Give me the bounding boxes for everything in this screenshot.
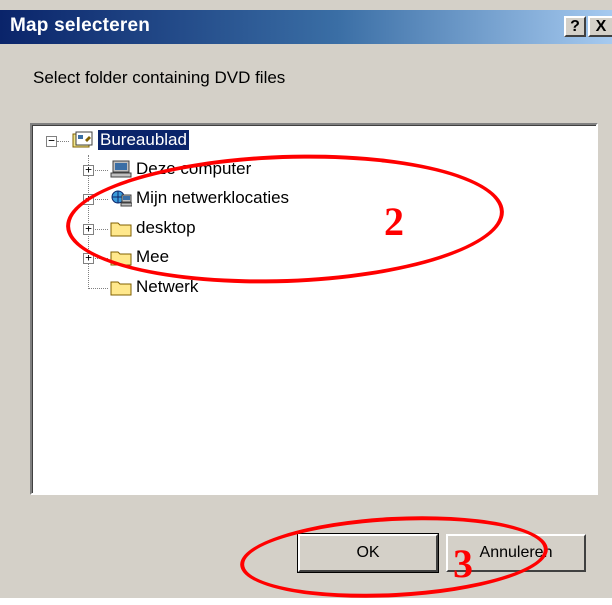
folder-tree[interactable]: − Bureaublad + Deze computer + Mijn netw… — [30, 123, 598, 495]
tree-connector — [57, 141, 69, 142]
tree-expander-desktop[interactable]: + — [83, 223, 94, 235]
folder-select-dialog: Map selecteren ? X Select folder contain… — [0, 0, 612, 605]
prompt-text: Select folder containing DVD files — [33, 68, 286, 87]
folder-icon — [110, 281, 132, 296]
network-places-icon — [111, 190, 132, 207]
close-button[interactable]: X — [588, 16, 612, 37]
help-button[interactable]: ? — [564, 16, 586, 37]
desktop-icon — [72, 131, 93, 148]
tree-expander-netwerklocaties[interactable]: + — [83, 193, 94, 205]
tree-item-mijn-netwerklocaties[interactable]: Mijn netwerklocaties — [136, 188, 289, 208]
tree-item-mee[interactable]: Mee — [136, 247, 169, 267]
tree-connector — [88, 288, 108, 289]
title-bar[interactable]: Map selecteren ? X — [0, 10, 612, 44]
tree-expander-root[interactable]: − — [46, 135, 57, 147]
tree-expander-deze-computer[interactable]: + — [83, 164, 94, 176]
tree-item-deze-computer[interactable]: Deze computer — [136, 159, 251, 179]
folder-icon — [110, 222, 132, 237]
computer-icon — [110, 160, 132, 178]
tree-item-desktop[interactable]: desktop — [136, 218, 196, 238]
folder-icon — [110, 251, 132, 266]
tree-item-bureaublad[interactable]: Bureaublad — [98, 130, 189, 150]
tree-item-netwerk[interactable]: Netwerk — [136, 277, 198, 297]
ok-button[interactable]: OK — [297, 533, 439, 573]
cancel-button[interactable]: Annuleren — [446, 534, 586, 572]
window-title: Map selecteren — [10, 15, 151, 36]
tree-expander-mee[interactable]: + — [83, 252, 94, 264]
